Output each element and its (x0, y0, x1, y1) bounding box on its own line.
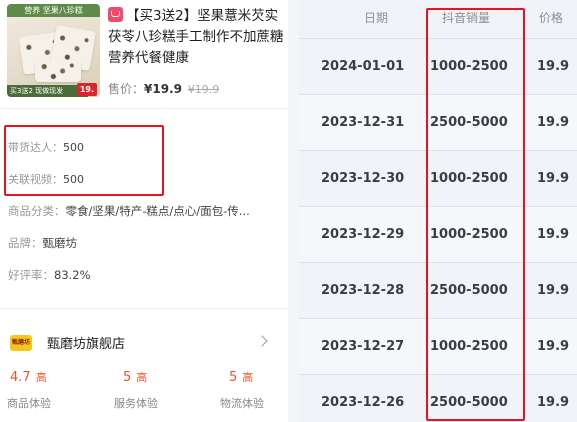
cell-price: 19.9 (537, 283, 570, 298)
price-old: ¥19.9 (187, 83, 220, 96)
score-level: 高 (136, 371, 148, 384)
cell-price: 19.9 (537, 171, 570, 186)
cell-date: 2023-12-26 (321, 395, 405, 410)
shop-bag-icon (108, 7, 123, 22)
header-price: 价格 (539, 11, 564, 25)
score-level: 高 (242, 371, 254, 384)
cell-date: 2023-12-29 (321, 227, 405, 242)
category-label: 商品分类： (8, 204, 66, 218)
image-top-tag: 营养 坚果八珍糕 (7, 4, 100, 17)
score-label-logistics: 物流体验 (220, 397, 264, 410)
cell-date: 2024-01-01 (321, 59, 405, 74)
score-value: 5 (123, 370, 132, 385)
highlight-box-sales (426, 8, 525, 421)
score-level: 高 (35, 371, 47, 384)
price-label: 售价： (108, 82, 145, 96)
cell-date: 2023-12-28 (321, 283, 405, 298)
brand-line: 品牌：甄磨坊 (8, 235, 77, 251)
price-now: ¥19.9 (144, 82, 182, 96)
brand-value: 甄磨坊 (42, 236, 78, 250)
product-title[interactable]: 【买3送2】坚果薏米芡实茯苓八珍糕手工制作不加蔗糖营养代餐健康 (108, 6, 284, 69)
cell-price: 19.9 (537, 395, 570, 410)
score-value: 4.7 (10, 370, 31, 385)
highlight-box-stats (4, 125, 164, 196)
category-line: 商品分类：零食/坚果/特产-糕点/点心/面包-传... (8, 203, 250, 219)
rating-value: 83.2% (54, 268, 91, 282)
divider (0, 308, 288, 309)
store-logo: 甄磨坊 (10, 335, 32, 351)
score-product: 4.7 高 (10, 369, 47, 385)
divider (0, 108, 288, 109)
header-date: 日期 (364, 11, 389, 25)
brand-label: 品牌： (8, 236, 43, 250)
cake-piece (35, 60, 81, 82)
rating-label: 好评率： (8, 268, 54, 282)
price-row: 售价：¥19.9 ¥19.9 (108, 80, 219, 97)
rating-line: 好评率：83.2% (8, 267, 91, 283)
score-label-product: 商品体验 (7, 397, 51, 410)
image-price-tag: 19. (76, 83, 97, 96)
category-value: 零食/坚果/特产-糕点/点心/面包-传... (65, 204, 250, 218)
cell-price: 19.9 (537, 59, 570, 74)
image-bottom-tag: 买3送2 现做现发 (7, 85, 88, 97)
cell-price: 19.9 (537, 227, 570, 242)
cell-price: 19.9 (537, 339, 570, 354)
product-image[interactable]: 营养 坚果八珍糕 买3送2 现做现发 19. (7, 4, 100, 97)
cell-price: 19.9 (537, 115, 570, 130)
product-panel: 营养 坚果八珍糕 买3送2 现做现发 19. 【买3送2】坚果薏米芡实茯苓八珍糕… (0, 0, 288, 422)
product-title-text: 【买3送2】坚果薏米芡实茯苓八珍糕手工制作不加蔗糖营养代餐健康 (108, 8, 284, 66)
score-logistics: 5高 (229, 369, 253, 385)
chevron-right-icon[interactable] (256, 335, 268, 347)
cell-date: 2023-12-30 (321, 171, 405, 186)
cell-date: 2023-12-31 (321, 115, 405, 130)
score-label-service: 服务体验 (114, 397, 158, 410)
store-name: 甄磨坊旗舰店 (47, 337, 126, 352)
cell-date: 2023-12-27 (321, 339, 405, 354)
score-value: 5 (229, 370, 238, 385)
score-service: 5高 (123, 369, 147, 385)
sales-table: 日期 抖音销量 价格 2024-01-01 1000-2500 19.9 202… (299, 0, 577, 422)
